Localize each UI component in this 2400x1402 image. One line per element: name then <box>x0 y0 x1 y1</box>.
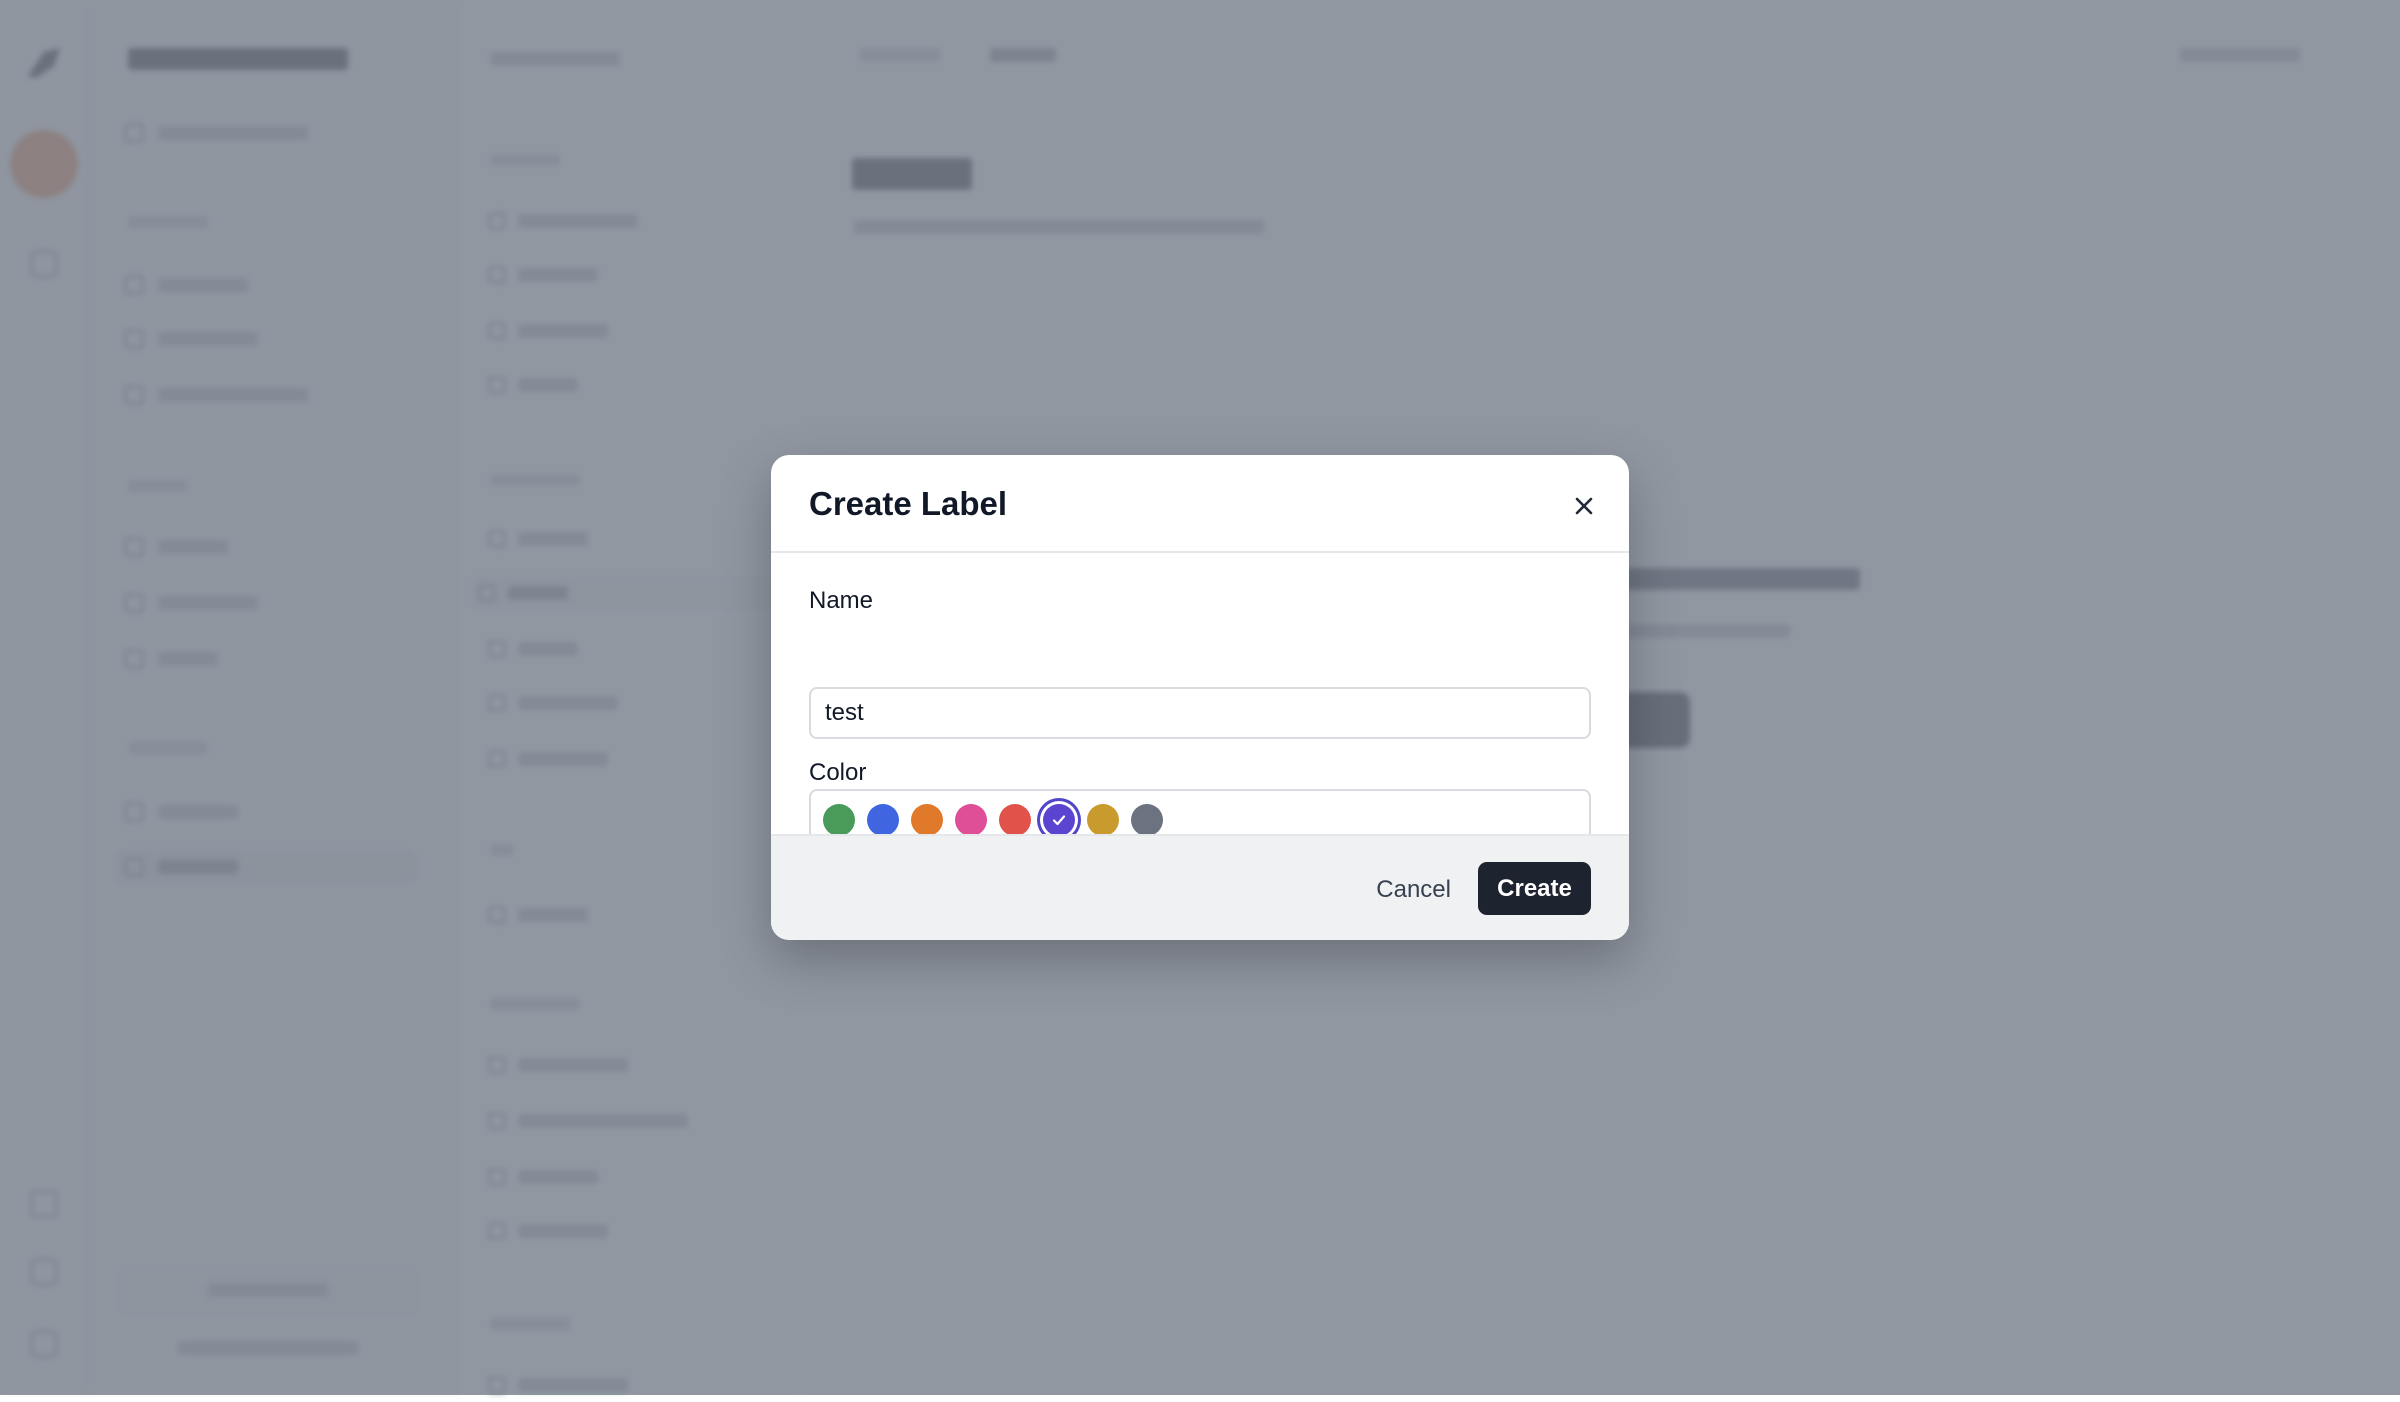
color-swatch-red[interactable] <box>999 804 1031 836</box>
dialog-header: Create Label <box>771 455 1629 553</box>
name-label: Name <box>809 587 874 614</box>
color-swatch-green[interactable] <box>823 804 855 836</box>
create-label-dialog: Create Label Name Color Cancel Create <box>771 455 1629 940</box>
dialog-title: Create Label <box>809 485 1008 522</box>
color-swatch-gold[interactable] <box>1087 804 1119 836</box>
color-swatch-purple[interactable] <box>1043 804 1075 836</box>
color-swatch-pink[interactable] <box>955 804 987 836</box>
color-swatch-orange[interactable] <box>911 804 943 836</box>
name-input[interactable] <box>809 687 1591 739</box>
dialog-footer: Cancel Create <box>771 834 1629 940</box>
check-icon <box>1052 815 1066 826</box>
color-swatch-gray[interactable] <box>1131 804 1163 836</box>
color-label: Color <box>809 759 867 786</box>
close-icon[interactable] <box>1569 491 1599 521</box>
cancel-button[interactable]: Cancel <box>1364 864 1463 916</box>
create-button[interactable]: Create <box>1478 862 1591 915</box>
color-swatch-blue[interactable] <box>867 804 899 836</box>
